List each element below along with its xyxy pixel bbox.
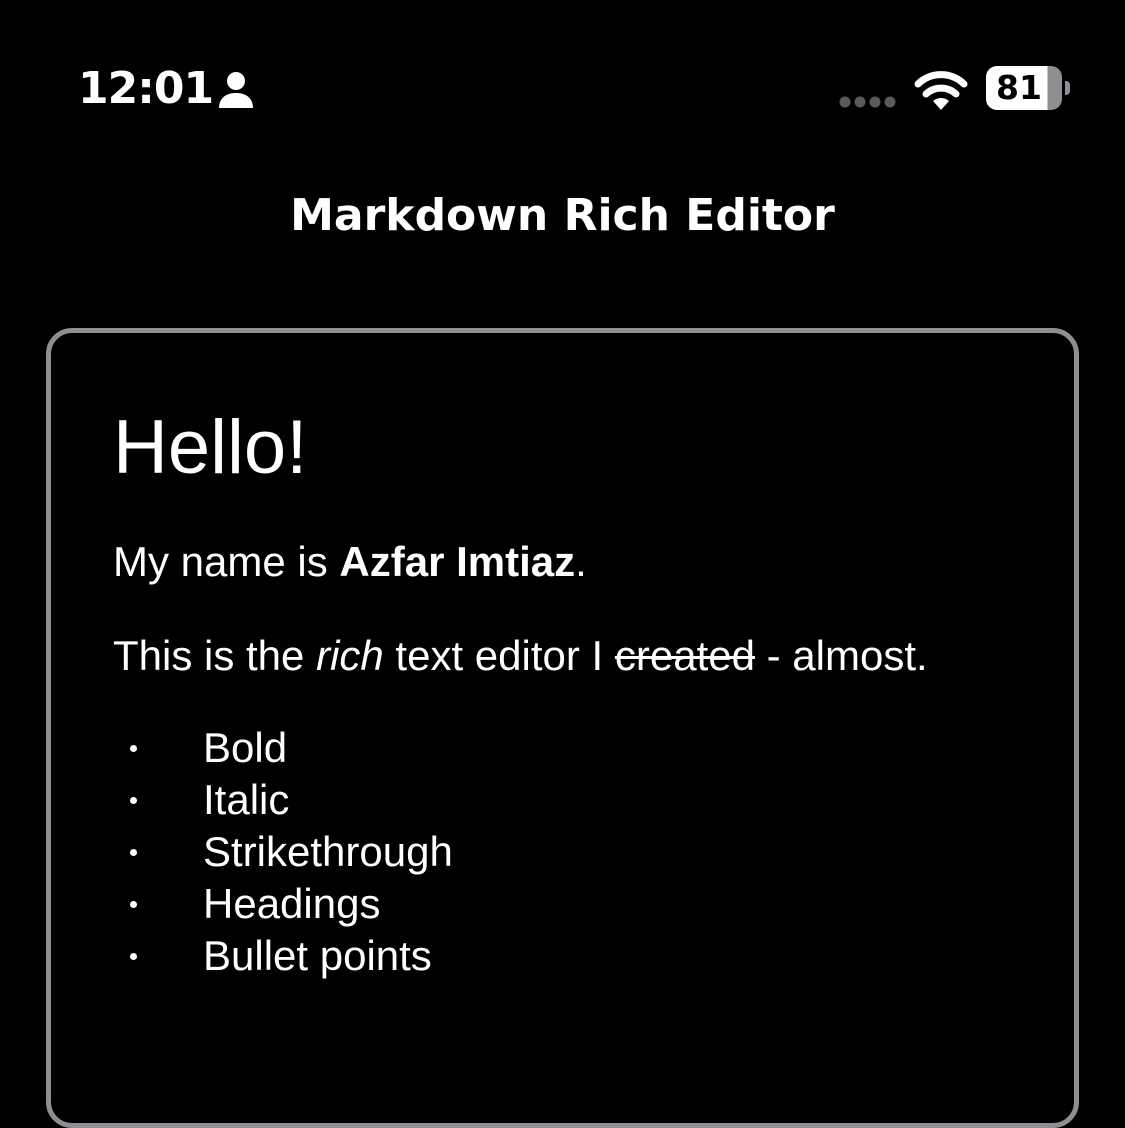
list-item-label: Strikethrough bbox=[203, 828, 453, 875]
paragraph-text: text editor I bbox=[383, 632, 615, 679]
signal-icon bbox=[839, 96, 896, 108]
bold-text: Azfar Imtiaz bbox=[339, 538, 576, 585]
italic-text: rich bbox=[316, 632, 384, 679]
page-title: Markdown Rich Editor bbox=[290, 190, 835, 241]
bullet-icon bbox=[130, 745, 137, 752]
paragraph-editor[interactable]: This is the rich text editor I created -… bbox=[113, 629, 928, 683]
paragraph-text: . bbox=[575, 538, 587, 585]
list-item-label: Bullet points bbox=[203, 932, 432, 979]
bullet-icon bbox=[130, 953, 137, 960]
bullet-icon bbox=[130, 797, 137, 804]
status-time: 12:01 bbox=[78, 63, 214, 114]
person-icon bbox=[219, 72, 253, 108]
status-bar: 12:01 81 bbox=[0, 0, 1125, 150]
strikethrough-text: created bbox=[614, 632, 755, 679]
list-item-label: Headings bbox=[203, 880, 381, 927]
list-item-label: Italic bbox=[203, 776, 290, 823]
bullet-icon bbox=[130, 849, 137, 856]
document-heading[interactable]: Hello! bbox=[113, 403, 307, 493]
wifi-icon bbox=[914, 71, 968, 110]
battery-cap bbox=[1065, 81, 1070, 95]
rich-text-editor[interactable]: Hello! My name is Azfar Imtiaz. This is … bbox=[46, 328, 1079, 1128]
paragraph-text: My name is bbox=[113, 538, 340, 585]
paragraph-text: - almost. bbox=[754, 632, 928, 679]
paragraph-text: This is the bbox=[113, 632, 317, 679]
paragraph-name[interactable]: My name is Azfar Imtiaz. bbox=[113, 535, 587, 589]
list-item-label: Bold bbox=[203, 724, 288, 771]
battery-icon: 81 bbox=[986, 66, 1072, 112]
battery-level: 81 bbox=[996, 68, 1042, 107]
bullet-icon bbox=[130, 901, 137, 908]
